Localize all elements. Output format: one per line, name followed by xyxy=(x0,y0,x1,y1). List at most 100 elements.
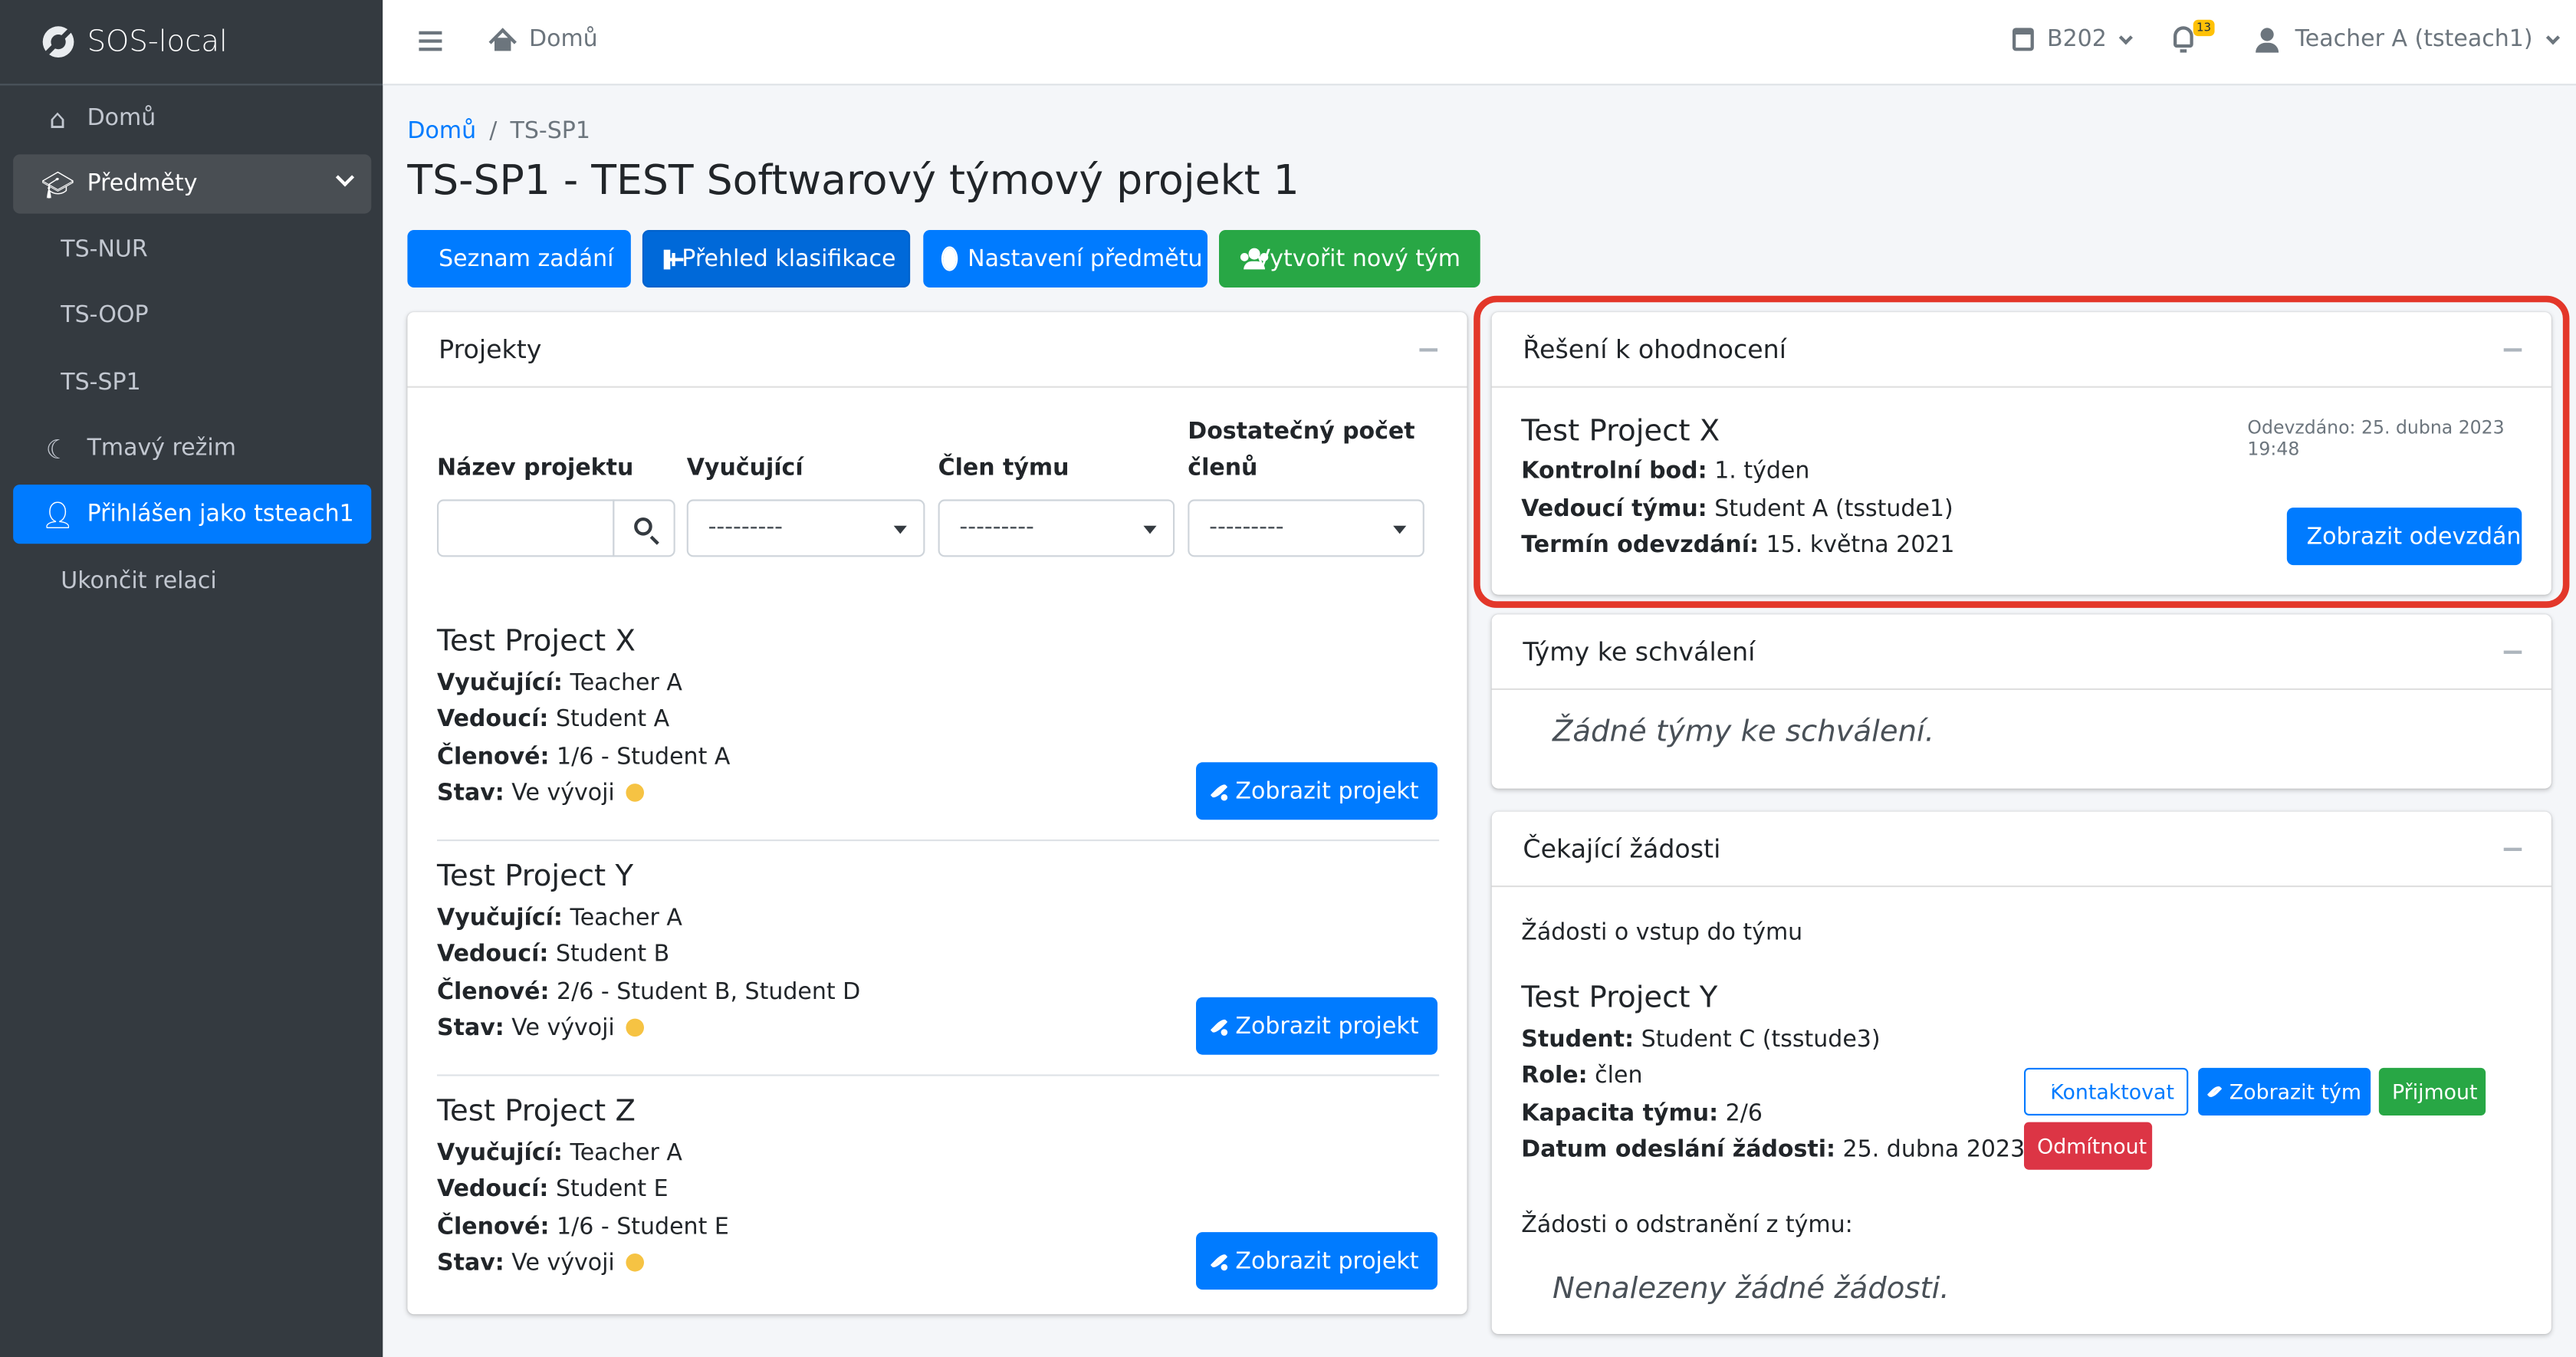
field-value: Teacher A xyxy=(570,905,682,932)
field-value: 1/6 - Student E xyxy=(557,1214,729,1240)
field-value: 2/6 xyxy=(1725,1100,1763,1127)
field-value: člen xyxy=(1595,1063,1643,1089)
field-value: Teacher A xyxy=(570,670,682,697)
highlight-annotation xyxy=(1474,295,2570,608)
gear-icon xyxy=(943,248,957,270)
field-label: Kapacita týmu: xyxy=(1521,1100,1719,1127)
request-date: Datum odeslání žádosti: 25. dubna 2023 1… xyxy=(1521,1137,2098,1163)
minus-collapse-icon[interactable] xyxy=(2503,847,2522,851)
eye-icon xyxy=(1210,1017,1228,1035)
project-members: Členové: 1/6 - Student A xyxy=(437,744,730,770)
button-label: Přijmout xyxy=(2392,1079,2478,1104)
enough-members-select[interactable]: --------- xyxy=(1188,499,1424,557)
field-value: Student E xyxy=(555,1176,669,1203)
graduation-cap-icon: 🎓︎ xyxy=(41,168,75,200)
topbar-home-label: Domů xyxy=(529,26,598,53)
teacher-select[interactable]: --------- xyxy=(686,499,925,557)
member-select[interactable]: --------- xyxy=(938,499,1175,557)
contact-button[interactable]: Kontaktovat xyxy=(2024,1067,2189,1116)
field-label: Členové: xyxy=(437,1214,550,1240)
sidebar-item-dark-mode[interactable]: ☾ Tmavý režim xyxy=(13,419,371,478)
sidebar-item-ts-sp1[interactable]: TS-SP1 xyxy=(13,353,371,412)
calendar-check-icon xyxy=(2013,28,2034,51)
minus-collapse-icon[interactable] xyxy=(2503,650,2522,654)
create-team-button[interactable]: Vytvořit nový tým xyxy=(1219,230,1480,288)
project-status: Stav: Ve vývoji xyxy=(437,780,645,807)
field-value: Student C (tsstude3) xyxy=(1641,1027,1881,1053)
breadcrumb-separator: / xyxy=(489,118,498,145)
sidebar-item-ts-nur[interactable]: TS-NUR xyxy=(13,220,371,279)
user-dropdown[interactable]: Teacher A (tsteach1) xyxy=(2256,26,2560,53)
project-status: Stav: Ve vývoji xyxy=(437,1015,645,1042)
brand[interactable]: SOS-local xyxy=(0,0,383,86)
card-header: Týmy ke schválení xyxy=(1491,614,2551,690)
project-name: Test Project Z xyxy=(437,1094,636,1129)
divider xyxy=(437,840,1440,842)
sidebar: SOS-local ⌂ Domů 🎓︎ Předměty TS-NUR TS-O… xyxy=(0,0,383,1357)
field-label: Vedoucí: xyxy=(437,706,549,733)
chevron-down-icon xyxy=(335,168,355,187)
field-label: Členové: xyxy=(437,979,550,1006)
sidebar-item-label: Domů xyxy=(87,105,156,132)
accept-button[interactable]: Přijmout xyxy=(2378,1067,2486,1116)
project-members: Členové: 2/6 - Student B, Student D xyxy=(437,979,860,1005)
eye-icon xyxy=(1210,782,1228,800)
empty-message: Žádné týmy ke schválení. xyxy=(1552,715,1935,750)
filter-enough-label: Dostatečný počet členů xyxy=(1188,414,1414,486)
field-label: Student: xyxy=(1521,1027,1635,1053)
sidebar-item-logout[interactable]: Ukončit relaci xyxy=(13,552,371,611)
topbar-home-link[interactable]: Domů xyxy=(490,26,598,53)
grading-overview-button[interactable]: Přehled klasifikace xyxy=(642,230,911,288)
field-label: Stav: xyxy=(437,1250,504,1276)
project-leader: Vedoucí: Student B xyxy=(437,941,669,968)
field-label: Vyučující: xyxy=(437,670,563,697)
field-label: Role: xyxy=(1521,1063,1588,1089)
assignments-list-button[interactable]: Seznam zadání xyxy=(407,230,631,288)
caret-down-icon xyxy=(1393,525,1407,534)
filter-member-label: Člen týmu xyxy=(938,455,1070,481)
filter-enough-label-line2: členů xyxy=(1188,455,1258,481)
card-title: Čekající žádosti xyxy=(1523,833,1721,864)
sidebar-item-subjects[interactable]: 🎓︎ Předměty xyxy=(13,154,372,214)
search-button[interactable] xyxy=(613,499,675,557)
pending-requests-card: Čekající žádosti Žádosti o vstup do týmu… xyxy=(1491,811,2551,1334)
status-dot-icon xyxy=(626,1254,645,1272)
button-label: Seznam zadání xyxy=(439,245,614,272)
button-label: Zobrazit projekt xyxy=(1235,777,1419,804)
button-label: Zobrazit projekt xyxy=(1235,1247,1419,1274)
table-icon xyxy=(663,248,684,269)
project-members: Členové: 1/6 - Student E xyxy=(437,1214,729,1240)
view-project-button[interactable]: Zobrazit projekt xyxy=(1196,762,1438,820)
app-root: SOS-local ⌂ Domů 🎓︎ Předměty TS-NUR TS-O… xyxy=(0,0,2576,1357)
notifications-button[interactable]: 13 xyxy=(2174,19,2215,53)
minus-collapse-icon[interactable] xyxy=(1419,348,1438,352)
filter-enough-label-line1: Dostatečný počet xyxy=(1188,419,1415,445)
sidebar-item-home[interactable]: ⌂ Domů xyxy=(13,89,371,148)
room-dropdown[interactable]: B202 xyxy=(2013,26,2134,53)
breadcrumb-home-link[interactable]: Domů xyxy=(407,118,476,144)
divider xyxy=(437,1074,1440,1076)
filter-name-label: Název projektu xyxy=(437,455,634,481)
project-name-search-input[interactable] xyxy=(437,499,615,557)
room-label: B202 xyxy=(2047,26,2107,53)
subject-settings-button[interactable]: Nastavení předmětu xyxy=(923,230,1208,288)
view-project-button[interactable]: Zobrazit projekt xyxy=(1196,997,1438,1055)
view-project-button[interactable]: Zobrazit projekt xyxy=(1196,1232,1438,1290)
field-value: Student A xyxy=(555,706,670,733)
removal-empty-message: Nenalezeny žádné žádosti. xyxy=(1552,1271,1950,1306)
teams-approval-card: Týmy ke schválení Žádné týmy ke schválen… xyxy=(1491,614,2551,789)
card-title: Projekty xyxy=(439,334,542,364)
sidebar-item-logged-in-as[interactable]: 👤︎ Přihlášen jako tsteach1 xyxy=(13,485,372,544)
view-team-button[interactable]: Zobrazit tým xyxy=(2198,1067,2371,1116)
project-name: Test Project Y xyxy=(437,859,634,894)
sidebar-item-ts-oop[interactable]: TS-OOP xyxy=(13,286,371,345)
brand-name: SOS-local xyxy=(87,25,228,60)
topbar: Domů B202 13 Teacher A (tsteach1) xyxy=(383,0,2576,86)
reject-button[interactable]: Odmítnout xyxy=(2024,1122,2153,1170)
select-value: --------- xyxy=(959,514,1034,540)
select-value: --------- xyxy=(708,514,784,540)
hamburger-menu-icon[interactable] xyxy=(419,31,442,51)
chevron-down-icon xyxy=(2119,30,2134,44)
project-teacher: Vyučující: Teacher A xyxy=(437,670,682,696)
sidebar-item-label: TS-SP1 xyxy=(61,370,141,396)
